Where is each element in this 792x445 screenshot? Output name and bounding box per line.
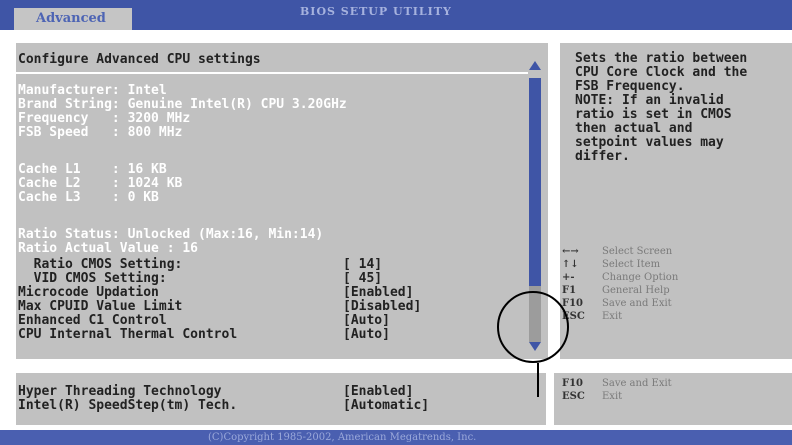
f1-key: F1 bbox=[562, 285, 577, 296]
brand-string-info: Brand String: Genuine Intel(R) CPU 3.20G… bbox=[18, 97, 347, 112]
copyright-text: (C)Copyright 1985-2002, American Megatre… bbox=[208, 432, 477, 443]
left-right-arrow-icon: ←→ bbox=[562, 246, 579, 257]
microcode-updation-value[interactable]: [Enabled] bbox=[343, 286, 413, 300]
cache-l3-info: Cache L3 : 0 KB bbox=[18, 190, 159, 205]
key-hint-text: General Help bbox=[602, 285, 670, 296]
heading-divider bbox=[16, 72, 528, 74]
cpu-thermal-control-value[interactable]: [Auto] bbox=[343, 328, 390, 342]
key-hint-text: Exit bbox=[602, 391, 623, 402]
max-cpuid-limit-value[interactable]: [Disabled] bbox=[343, 300, 421, 314]
key-hint-text: Select Screen bbox=[602, 246, 673, 257]
manufacturer-info: Manufacturer: Intel bbox=[18, 83, 167, 98]
help-line: FSB Frequency. bbox=[575, 79, 685, 94]
ratio-status-info: Ratio Status: Unlocked (Max:16, Min:14) bbox=[18, 227, 324, 242]
enhanced-c1-control-value[interactable]: [Auto] bbox=[343, 314, 390, 328]
ratio-cmos-setting-label[interactable]: Ratio CMOS Setting: bbox=[18, 258, 183, 272]
vid-cmos-setting-value[interactable]: [ 45] bbox=[343, 272, 382, 286]
callout-circle bbox=[497, 291, 569, 363]
help-description: Sets the ratio between CPU Core Clock an… bbox=[575, 52, 790, 164]
esc-key: ESC bbox=[562, 391, 585, 402]
ratio-actual-value-info: Ratio Actual Value : 16 bbox=[18, 241, 199, 256]
cache-l2-info: Cache L2 : 1024 KB bbox=[18, 176, 183, 191]
speedstep-label[interactable]: Intel(R) SpeedStep(tm) Tech. bbox=[18, 399, 237, 413]
help-line: NOTE: If an invalid bbox=[575, 93, 724, 108]
f10-key: F10 bbox=[562, 298, 584, 309]
frequency-info: Frequency : 3200 MHz bbox=[18, 111, 191, 126]
max-cpuid-limit-label[interactable]: Max CPUID Value Limit bbox=[18, 300, 182, 314]
help-line: CPU Core Clock and the bbox=[575, 65, 748, 80]
key-hint-text: Change Option bbox=[602, 272, 679, 283]
tab-advanced[interactable]: Advanced bbox=[14, 8, 132, 30]
scrollbar-thumb[interactable] bbox=[529, 78, 541, 286]
help-line: Sets the ratio between bbox=[575, 51, 748, 66]
cache-l1-info: Cache L1 : 16 KB bbox=[18, 162, 167, 177]
help-line: setpoint values may bbox=[575, 135, 724, 150]
f10-key: F10 bbox=[562, 378, 584, 389]
ratio-cmos-setting-value[interactable]: [ 14] bbox=[343, 258, 382, 272]
hyper-threading-label[interactable]: Hyper Threading Technology bbox=[18, 385, 222, 399]
hyper-threading-value[interactable]: [Enabled] bbox=[343, 385, 413, 399]
microcode-updation-label[interactable]: Microcode Updation bbox=[18, 286, 159, 300]
cpu-thermal-control-label[interactable]: CPU Internal Thermal Control bbox=[18, 328, 237, 342]
enhanced-c1-control-label[interactable]: Enhanced C1 Control bbox=[18, 314, 167, 328]
help-line: then actual and bbox=[575, 121, 693, 136]
scroll-up-arrow-icon[interactable] bbox=[529, 61, 541, 70]
fsb-speed-info: FSB Speed : 800 MHz bbox=[18, 125, 183, 140]
key-hint-text: Save and Exit bbox=[602, 378, 672, 389]
key-hint-text: Save and Exit bbox=[602, 298, 672, 309]
key-hint-text: Select Item bbox=[602, 259, 661, 270]
key-hint-text: Exit bbox=[602, 311, 623, 322]
callout-line bbox=[537, 363, 539, 397]
bios-setup-screen: Advanced BIOS SETUP UTILITY Configure Ad… bbox=[0, 0, 792, 445]
speedstep-value[interactable]: [Automatic] bbox=[343, 399, 429, 413]
vid-cmos-setting-label[interactable]: VID CMOS Setting: bbox=[18, 272, 167, 286]
plus-minus-key: +- bbox=[562, 272, 575, 283]
help-line: differ. bbox=[575, 149, 630, 164]
bottom-help-panel bbox=[552, 371, 792, 427]
page-title: Configure Advanced CPU settings bbox=[18, 52, 261, 67]
help-line: ratio is set in CMOS bbox=[575, 107, 732, 122]
up-down-arrow-icon: ↑↓ bbox=[562, 259, 579, 270]
bios-title: BIOS SETUP UTILITY bbox=[300, 5, 452, 18]
